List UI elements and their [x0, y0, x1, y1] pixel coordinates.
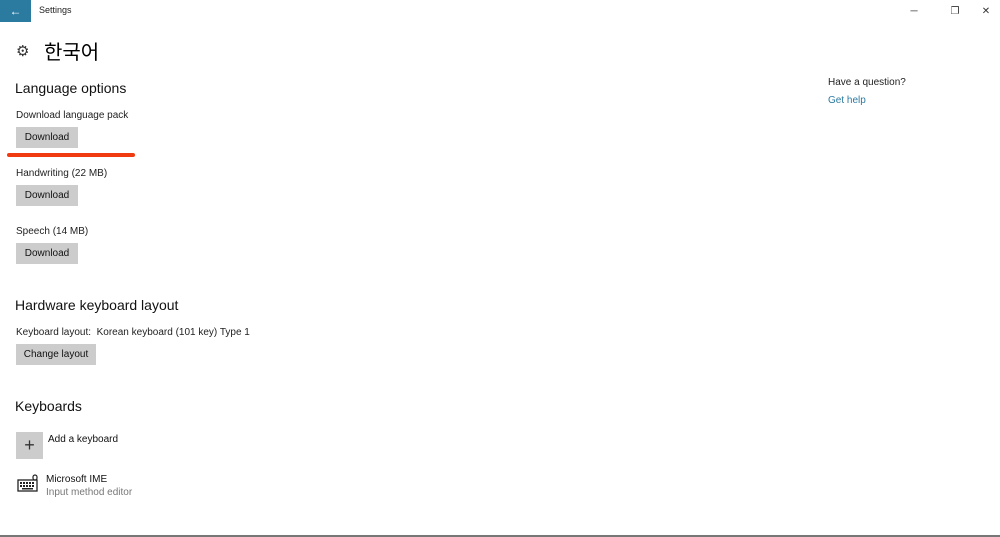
- app-title: Settings: [39, 5, 72, 15]
- back-arrow-icon: ←: [9, 4, 22, 18]
- speech-label: Speech (14 MB): [16, 226, 89, 237]
- change-layout-button[interactable]: Change layout: [16, 344, 96, 365]
- language-options-heading: Language options: [15, 80, 127, 96]
- keyboard-layout-label: Keyboard layout:: [16, 327, 92, 338]
- keyboards-heading: Keyboards: [15, 398, 82, 414]
- download-handwriting-button[interactable]: Download: [16, 185, 78, 206]
- red-underline-annotation: [7, 153, 135, 157]
- plus-icon: +: [24, 435, 35, 455]
- keyboard-layout-value: Korean keyboard (101 key) Type 1: [96, 327, 250, 338]
- download-speech-button[interactable]: Download: [16, 243, 78, 264]
- keyboard-item-name[interactable]: Microsoft IME: [46, 474, 107, 485]
- keyboard-item-subtitle: Input method editor: [46, 487, 133, 498]
- add-keyboard-label[interactable]: Add a keyboard: [48, 434, 118, 445]
- add-keyboard-button[interactable]: +: [16, 432, 43, 459]
- page-title: 한국어: [44, 42, 100, 64]
- title-bar: ← Settings ─ ❐ ✕: [0, 0, 1000, 22]
- back-button[interactable]: ←: [0, 0, 31, 22]
- close-button[interactable]: ✕: [972, 2, 1000, 20]
- language-pack-label: Download language pack: [16, 110, 129, 121]
- download-language-pack-button[interactable]: Download: [16, 127, 78, 148]
- help-question: Have a question?: [828, 77, 906, 88]
- handwriting-label: Handwriting (22 MB): [16, 168, 108, 179]
- close-icon: ✕: [981, 5, 991, 17]
- minimize-icon: ─: [910, 5, 918, 17]
- page-header: ⚙ 한국어: [16, 36, 99, 65]
- keyboard-layout-text: Keyboard layout: Korean keyboard (101 ke…: [16, 327, 250, 338]
- keyboard-icon: [17, 474, 38, 492]
- maximize-button[interactable]: ❐: [941, 2, 969, 20]
- restore-icon: ❐: [950, 5, 960, 17]
- minimize-button[interactable]: ─: [900, 2, 928, 20]
- gear-icon: ⚙: [16, 42, 30, 60]
- get-help-link[interactable]: Get help: [828, 95, 866, 106]
- hardware-keyboard-heading: Hardware keyboard layout: [15, 297, 179, 313]
